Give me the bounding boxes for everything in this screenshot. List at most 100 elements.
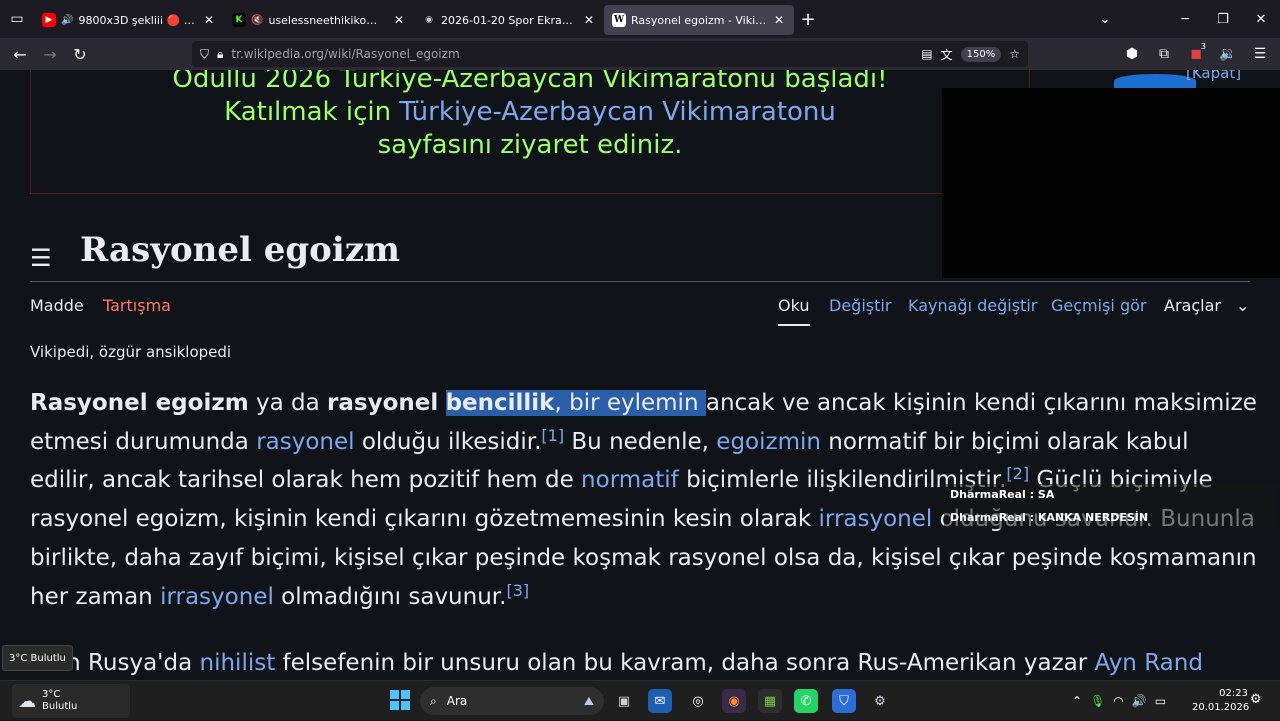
tab-edit[interactable]: Değiştir — [829, 296, 891, 315]
reload-button[interactable]: ↻ — [65, 45, 95, 64]
browser-tab-1[interactable]: ▶ 🔊 9800x3D şekliii 🔴 / twitch: l ✕ — [34, 5, 224, 35]
volume-icon[interactable]: 🔊 — [1132, 694, 1147, 708]
task-view-icon[interactable]: ▣ — [612, 689, 636, 713]
browser-tab-4[interactable]: W Rasyonel egoizm - Vikipedi ✕ — [604, 5, 794, 35]
youtube-icon: ▶ — [42, 13, 56, 27]
tab-edit-source[interactable]: Kaynağı değiştir — [908, 296, 1037, 315]
page-tabs: Madde Tartışma Oku Değiştir Kaynağı deği… — [30, 290, 1250, 328]
menu-icon[interactable]: ☰ — [1248, 46, 1272, 62]
tab-title: Rasyonel egoizm - Vikipedi — [631, 13, 767, 27]
text: , bir eylemin — [554, 390, 706, 416]
close-tab-icon[interactable]: ✕ — [772, 13, 786, 27]
link-irrasyonel[interactable]: irrasyonel — [160, 584, 274, 610]
speaker-icon[interactable]: 🔊 — [61, 15, 73, 26]
chevron-down-icon[interactable]: ⌄ — [1236, 296, 1249, 315]
mail-icon[interactable]: ✉ — [648, 689, 672, 713]
tab-article[interactable]: Madde — [30, 296, 84, 315]
text: olduğu ilkesidir. — [354, 428, 542, 455]
link-nihilist[interactable]: nihilist — [200, 650, 276, 676]
tools-menu[interactable]: Araçlar — [1164, 296, 1221, 315]
banner-close-link[interactable]: [Kapat] — [1186, 70, 1241, 82]
time: 02:23 — [1219, 688, 1248, 699]
kick-icon: K — [232, 13, 246, 27]
new-tab-button[interactable]: + — [794, 9, 822, 30]
cloud-icon: ☁ — [18, 690, 36, 712]
search-placeholder: Ara — [446, 694, 468, 708]
settings-icon[interactable]: ⚙ — [1250, 692, 1262, 707]
ublock-icon[interactable]: ⬢ — [1120, 46, 1144, 62]
reader-view-icon[interactable]: ▤ — [921, 47, 932, 61]
translate-icon[interactable]: 文 — [941, 46, 953, 63]
banner-line-1: Ödüllü 2026 Türkiye-Azerbaycan Vikimarat… — [172, 70, 888, 94]
chat-user: DharmaReal — [950, 511, 1026, 524]
taskbar-search[interactable]: ⌕ Ara ⛰ — [420, 687, 604, 715]
extensions-icon[interactable]: ⧉ — [1152, 46, 1176, 62]
banner-line-2: Katılmak için Türkiye-Azerbaycan Vikimar… — [31, 97, 1029, 127]
whatsapp-icon[interactable]: ✆ — [794, 689, 818, 713]
tab-title: uselessneethikikomori Strea — [268, 13, 387, 27]
muted-speaker-icon[interactable]: 🔇 — [251, 15, 263, 26]
url-path: /wiki/Rasyonel_egoizm — [324, 47, 460, 61]
text: felsefenin bir unsuru olan bu kavram, da… — [275, 650, 1095, 676]
bookmark-star-icon[interactable]: ☆ — [1009, 47, 1020, 61]
chevron-up-icon[interactable]: ⌃ — [1072, 694, 1082, 708]
table-of-contents-icon[interactable]: ☰ — [30, 244, 52, 272]
chevron-down-icon[interactable]: ⌄ — [1086, 12, 1124, 27]
browser-tab-3[interactable]: ◉ 2026-01-20 Spor Ekranı - TV'de ✕ — [414, 5, 604, 35]
reference-2[interactable]: [2] — [1006, 464, 1029, 483]
tab-history[interactable]: Geçmişi gör — [1051, 296, 1146, 315]
close-tab-icon[interactable]: ✕ — [202, 13, 216, 27]
vikimaraton-link[interactable]: Türkiye-Azerbaycan Vikimaratonu — [399, 97, 836, 127]
weather-temp: 3°C — [42, 689, 61, 700]
chrome-icon[interactable]: ◎ — [686, 689, 710, 713]
tab-talk[interactable]: Tartışma — [103, 296, 171, 315]
address-bar[interactable]: ⛉ 🔒︎ tr.wikipedia.org/wiki/Rasyonel_egoi… — [192, 41, 1028, 67]
link-ayn-rand[interactable]: Ayn Rand — [1095, 650, 1203, 676]
url-text[interactable]: tr.wikipedia.org/wiki/Rasyonel_egoizm — [231, 47, 913, 61]
reference-3[interactable]: [3] — [506, 581, 529, 600]
page-info-icon[interactable]: 🔒︎ — [217, 47, 223, 62]
zoom-level[interactable]: 150% — [960, 46, 1002, 62]
tab-title: 9800x3D şekliii 🔴 / twitch: l — [78, 13, 197, 27]
microphone-icon[interactable]: 🎙 — [1090, 694, 1105, 708]
tab-read[interactable]: Oku — [778, 296, 810, 326]
battery-icon[interactable]: ▭ — [1155, 694, 1166, 708]
date: 20.01.2026 — [1192, 702, 1250, 713]
restore-button[interactable]: ❐ — [1204, 12, 1242, 27]
app-icon[interactable]: ▦ — [758, 689, 782, 713]
close-tab-icon[interactable]: ✕ — [582, 13, 596, 27]
bold-term: Rasyonel egoizm — [30, 390, 249, 416]
close-tab-icon[interactable]: ✕ — [392, 13, 406, 27]
toolbar-right: ⬢ ⧉ ◼ 3 🔉 ☰ — [1120, 38, 1272, 70]
speaker-icon[interactable]: 🔉 — [1216, 46, 1240, 62]
clock[interactable]: 02:23 20.01.2026 — [1192, 687, 1250, 715]
page-header: ☰ Rasyonel egoizm — [30, 226, 1250, 282]
weather-widget[interactable]: ☁ 3°C Bulutlu — [12, 684, 130, 718]
link-normatif[interactable]: normatif — [581, 467, 679, 493]
link-irrasyonel[interactable]: irrasyonel — [819, 506, 933, 532]
start-button[interactable] — [390, 690, 410, 710]
close-window-button[interactable]: ✕ — [1242, 12, 1280, 27]
shield-app-icon[interactable]: ⛉ — [832, 689, 856, 713]
tab-list-icon[interactable]: ▭ — [0, 0, 34, 38]
text: ya da — [248, 390, 328, 416]
weather-condition: Bulutlu — [42, 701, 78, 712]
browser-tab-2[interactable]: K 🔇 uselessneethikikomori Strea ✕ — [224, 5, 414, 35]
minimize-button[interactable]: ─ — [1166, 12, 1204, 27]
steam-icon[interactable]: ⚙ — [868, 689, 892, 713]
wifi-icon[interactable]: ◠ — [1113, 694, 1123, 708]
extension-badge-icon[interactable]: ◼ 3 — [1184, 42, 1208, 62]
banner-prefix: Katılmak için — [224, 97, 400, 127]
page-title: Rasyonel egoizm — [80, 230, 401, 270]
firefox-icon[interactable]: ◉ — [722, 689, 746, 713]
site-icon: ◉ — [425, 15, 433, 25]
reference-1[interactable]: [1] — [541, 426, 564, 445]
navigation-bar: ← → ↻ ⛉ 🔒︎ tr.wikipedia.org/wiki/Rasyone… — [0, 38, 1280, 70]
taskbar: ☁ 3°C Bulutlu ⌕ Ara ⛰ ▣ ✉ ◎ ◉ ▦ ✆ ⛉ ⚙ ⌃ … — [0, 680, 1280, 720]
forward-button[interactable]: → — [35, 45, 65, 64]
shield-icon[interactable]: ⛉ — [200, 47, 209, 62]
back-button[interactable]: ← — [5, 45, 35, 64]
chat-message: DharmaReal : KANKA NERDESİN — [944, 507, 1278, 529]
link-egoizm[interactable]: egoizmin — [716, 429, 821, 455]
link-rasyonel[interactable]: rasyonel — [256, 429, 354, 455]
